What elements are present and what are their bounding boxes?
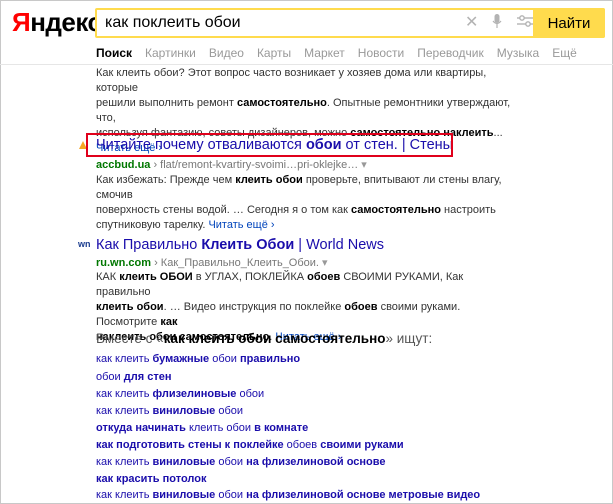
snippet-line: решили выполнить ремонт самостоятельно. … [96,97,511,124]
search-button[interactable]: Найти [533,8,605,38]
nav-divider [0,64,613,65]
related-search-link[interactable]: обои для стен [96,370,171,384]
tab-video[interactable]: Видео [209,46,244,60]
tab-more[interactable]: Ещё [552,46,577,60]
microphone-icon[interactable] [492,13,502,33]
tab-search[interactable]: Поиск [96,46,132,60]
search-tools: ✕ [465,10,534,36]
tab-images[interactable]: Картинки [145,46,196,60]
related-search-link[interactable]: как клеить бумажные обои правильно [96,352,300,366]
related-search-link[interactable]: как клеить флизелиновые обои [96,387,264,401]
related-search-link[interactable]: как клеить виниловые обои [96,404,243,418]
url-menu-arrow-icon[interactable]: ▾ [358,159,367,171]
related-search-link[interactable]: как красить потолок [96,472,206,486]
snippet-line: Как клеить обои? Этот вопрос часто возни… [96,67,487,94]
settings-sliders-icon[interactable] [516,14,534,32]
tab-market[interactable]: Маркет [304,46,345,60]
highlight-box [86,133,453,157]
result-url[interactable]: accbud.ua › flat/remont-kvartiry-svoimi…… [96,158,367,171]
url-menu-arrow-icon[interactable]: ▾ [319,257,328,269]
search-box: ✕ Найти [95,8,605,38]
tab-maps[interactable]: Карты [257,46,291,60]
related-search-link[interactable]: как клеить виниловые обои на флизелиново… [96,488,480,502]
result-url[interactable]: ru.wn.com › Как_Правильно_Клеить_Обои. ▾ [96,256,328,269]
tab-news[interactable]: Новости [358,46,404,60]
search-input[interactable] [97,10,465,36]
yandex-logo[interactable]: Яндекс [12,7,102,38]
read-more-link[interactable]: Читать ещё › [208,219,274,231]
tab-translator[interactable]: Переводчик [417,46,484,60]
related-searches-heading: Вместе с «как клеить обои самостоятельно… [96,331,433,346]
related-search-link[interactable]: откуда начинать клеить обои в комнате [96,421,308,435]
clear-icon[interactable]: ✕ [465,15,478,31]
logo-first-letter: Я [12,7,31,37]
wn-favicon-icon: wn [78,239,91,249]
search-nav-tabs: Поиск Картинки Видео Карты Маркет Новост… [96,46,590,60]
tab-music[interactable]: Музыка [497,46,539,60]
related-search-link[interactable]: как подготовить стены к поклейке обоев с… [96,438,404,452]
result-snippet: Как избежать: Прежде чем клеить обои про… [96,174,502,231]
result-title-link[interactable]: Как Правильно Клеить Обои | World News [96,236,384,254]
related-search-link[interactable]: как клеить виниловые обои на флизелиново… [96,455,385,469]
logo-rest: ндекс [30,7,102,37]
